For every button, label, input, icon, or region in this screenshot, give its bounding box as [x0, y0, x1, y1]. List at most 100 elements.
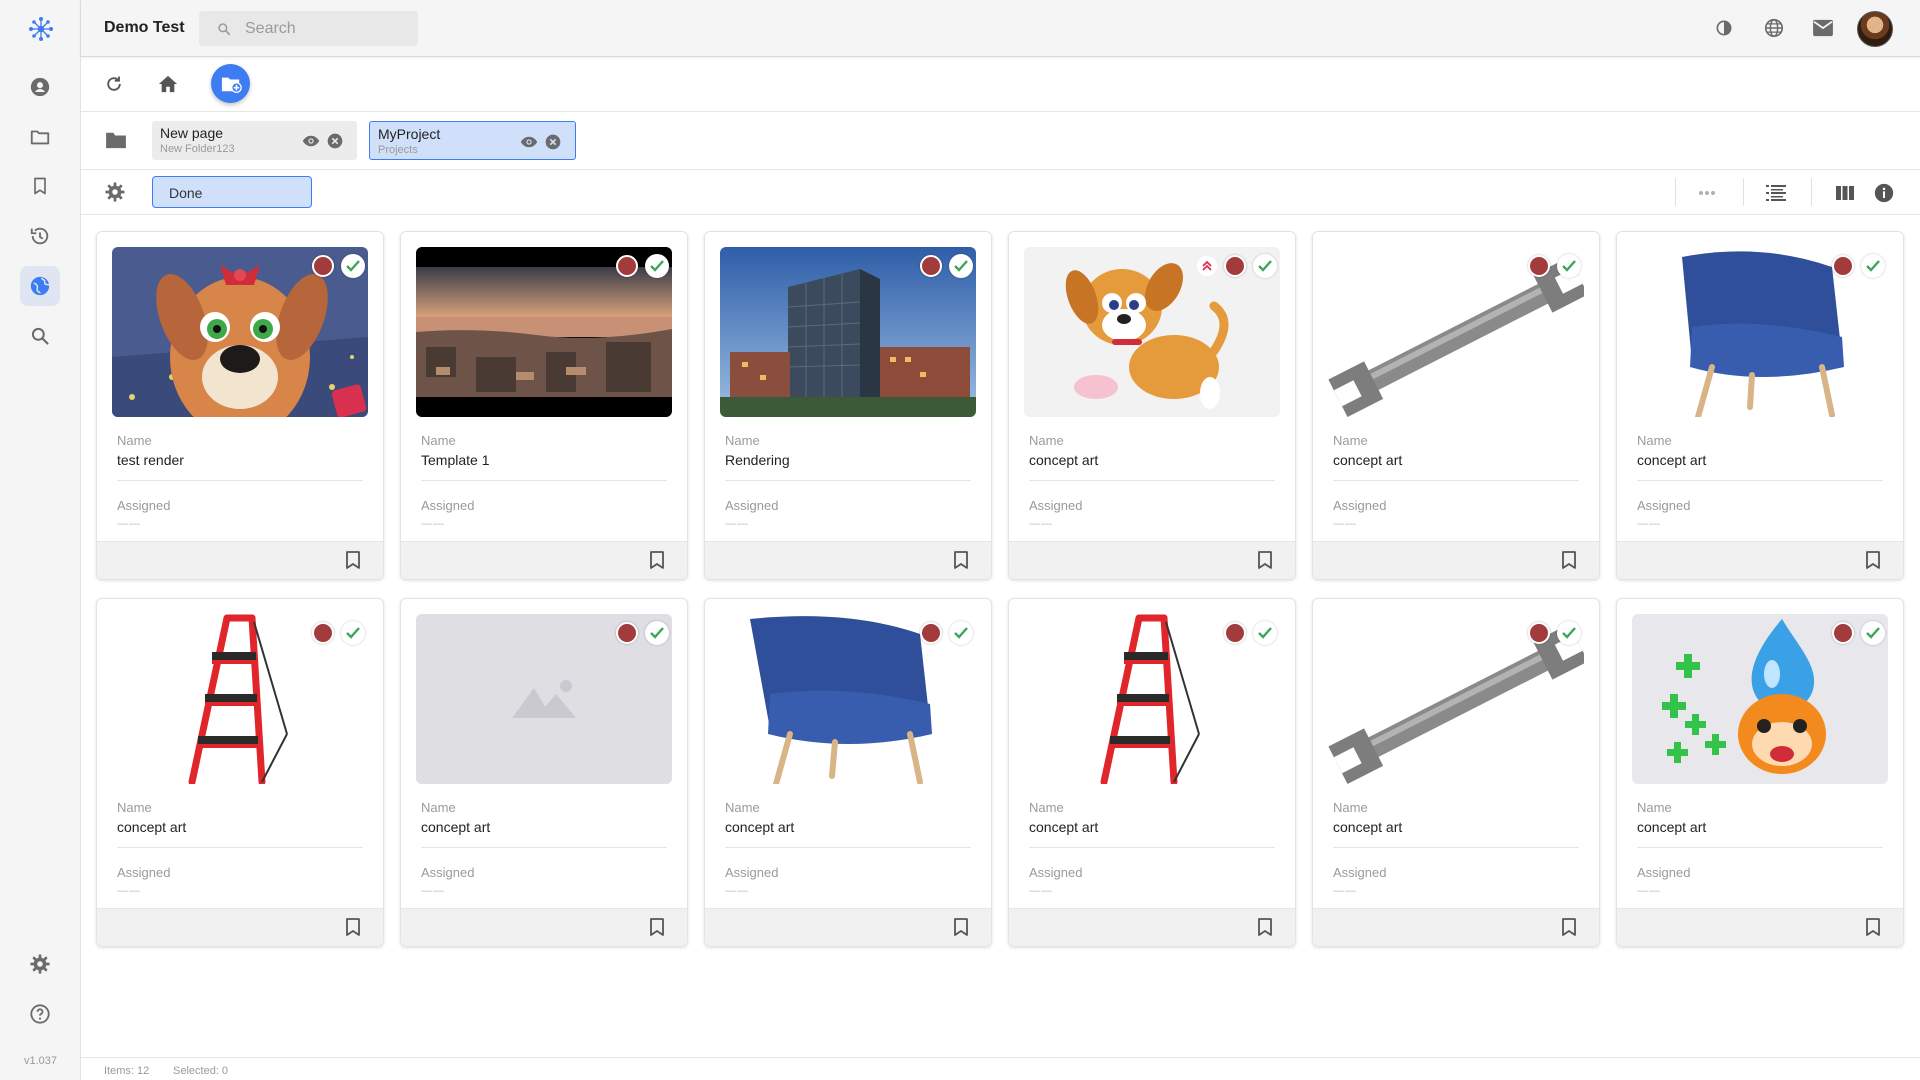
theme-icon[interactable]	[1712, 16, 1736, 40]
status-dot[interactable]	[1224, 622, 1246, 644]
bookmark-icon[interactable]	[1257, 551, 1273, 574]
bookmark-icon[interactable]	[345, 918, 361, 941]
divider	[1637, 480, 1883, 481]
folder-icon	[30, 130, 50, 145]
approved-check-icon[interactable]	[949, 254, 973, 278]
bookmark-icon[interactable]	[1561, 551, 1577, 574]
assigned-value: ——	[1029, 885, 1053, 897]
nav-globe[interactable]	[20, 266, 60, 306]
asset-card[interactable]: Name concept art Assigned ——	[1008, 598, 1296, 947]
approved-check-icon[interactable]	[1861, 621, 1885, 645]
divider	[1333, 480, 1579, 481]
list-view-icon[interactable]	[1764, 181, 1788, 205]
info-icon[interactable]	[1872, 181, 1896, 205]
approved-check-icon[interactable]	[341, 621, 365, 645]
status-dot[interactable]	[616, 622, 638, 644]
nav-user[interactable]	[20, 67, 60, 107]
bookmark-icon[interactable]	[1865, 918, 1881, 941]
card-footer	[1313, 541, 1599, 579]
status-dot[interactable]	[1528, 622, 1550, 644]
bookmark-icon[interactable]	[953, 918, 969, 941]
asset-card[interactable]: Name concept art Assigned ——	[704, 598, 992, 947]
asset-card[interactable]: Name Rendering Assigned ——	[704, 231, 992, 580]
language-icon[interactable]	[1762, 16, 1786, 40]
asset-card[interactable]: Name concept art Assigned ——	[1616, 231, 1904, 580]
status-dot[interactable]	[1832, 622, 1854, 644]
approved-check-icon[interactable]	[1557, 621, 1581, 645]
nav-search[interactable]	[20, 316, 60, 356]
status-dot[interactable]	[312, 622, 334, 644]
assigned-value: ——	[421, 885, 445, 897]
folder-icon[interactable]	[105, 131, 127, 154]
card-footer	[1009, 541, 1295, 579]
status-dot[interactable]	[1832, 255, 1854, 277]
priority-up-icon[interactable]	[1197, 256, 1217, 276]
nav-help[interactable]	[20, 994, 60, 1034]
avatar[interactable]	[1857, 11, 1893, 47]
asset-card[interactable]: Name test render Assigned ——	[96, 231, 384, 580]
tab-new-page[interactable]: New page New Folder123	[152, 121, 357, 160]
logo-icon[interactable]	[0, 0, 81, 57]
status-dot[interactable]	[920, 622, 942, 644]
divider	[1637, 847, 1883, 848]
divider	[421, 847, 667, 848]
visibility-icon[interactable]	[520, 133, 538, 151]
asset-card[interactable]: Name concept art Assigned ——	[1312, 231, 1600, 580]
bookmark-icon[interactable]	[1865, 551, 1881, 574]
approved-check-icon[interactable]	[1253, 621, 1277, 645]
bookmark-icon[interactable]	[1257, 918, 1273, 941]
approved-check-icon[interactable]	[645, 621, 669, 645]
status-dot[interactable]	[312, 255, 334, 277]
asset-card[interactable]: Name concept art Assigned ——	[96, 598, 384, 947]
filter-settings-icon[interactable]	[104, 181, 126, 208]
status-dot[interactable]	[616, 255, 638, 277]
approved-check-icon[interactable]	[341, 254, 365, 278]
more-icon[interactable]	[1695, 181, 1719, 205]
status-filter-chip[interactable]: Done	[152, 176, 312, 208]
assigned-label: Assigned	[1333, 865, 1387, 880]
card-footer	[1009, 908, 1295, 946]
bookmark-icon[interactable]	[953, 551, 969, 574]
bookmark-icon[interactable]	[649, 918, 665, 941]
visibility-icon[interactable]	[302, 132, 320, 150]
left-rail: v1.037	[0, 0, 81, 1080]
approved-check-icon[interactable]	[949, 621, 973, 645]
new-folder-button[interactable]	[211, 64, 250, 103]
nav-history[interactable]	[20, 216, 60, 256]
status-dot[interactable]	[1224, 255, 1246, 277]
bookmark-icon[interactable]	[649, 551, 665, 574]
status-dot[interactable]	[1528, 255, 1550, 277]
approved-check-icon[interactable]	[1861, 254, 1885, 278]
bookmark-icon[interactable]	[345, 551, 361, 574]
asset-card[interactable]: Name concept art Assigned ——	[1312, 598, 1600, 947]
asset-card[interactable]: Name Template 1 Assigned ——	[400, 231, 688, 580]
nav-settings[interactable]	[20, 944, 60, 984]
divider	[117, 847, 363, 848]
project-title: Demo Test	[104, 19, 185, 36]
close-tab-icon[interactable]	[326, 132, 344, 150]
nav-folders[interactable]	[20, 117, 60, 157]
home-button[interactable]	[155, 71, 181, 97]
tab-myproject[interactable]: MyProject Projects	[369, 121, 576, 160]
mail-icon[interactable]	[1811, 16, 1835, 40]
grid-view-icon[interactable]	[1833, 181, 1857, 205]
approved-check-icon[interactable]	[1253, 254, 1277, 278]
selected-count: Selected: 0	[173, 1065, 229, 1077]
close-tab-icon[interactable]	[544, 133, 562, 151]
asset-card[interactable]: Name concept art Assigned ——	[1616, 598, 1904, 947]
bookmark-icon[interactable]	[1561, 918, 1577, 941]
asset-name: concept art	[1637, 819, 1707, 835]
toolbar	[81, 57, 1920, 112]
card-footer	[1617, 541, 1903, 579]
status-dot[interactable]	[920, 255, 942, 277]
name-label: Name	[1637, 800, 1672, 815]
approved-check-icon[interactable]	[1557, 254, 1581, 278]
name-label: Name	[117, 433, 152, 448]
refresh-button[interactable]	[101, 71, 127, 97]
approved-check-icon[interactable]	[645, 254, 669, 278]
nav-bookmarks[interactable]	[20, 166, 60, 206]
search-icon	[31, 327, 49, 345]
asset-card[interactable]: Name concept art Assigned ——	[1008, 231, 1296, 580]
search-input[interactable]: Search	[199, 11, 418, 46]
asset-card[interactable]: Name concept art Assigned ——	[400, 598, 688, 947]
